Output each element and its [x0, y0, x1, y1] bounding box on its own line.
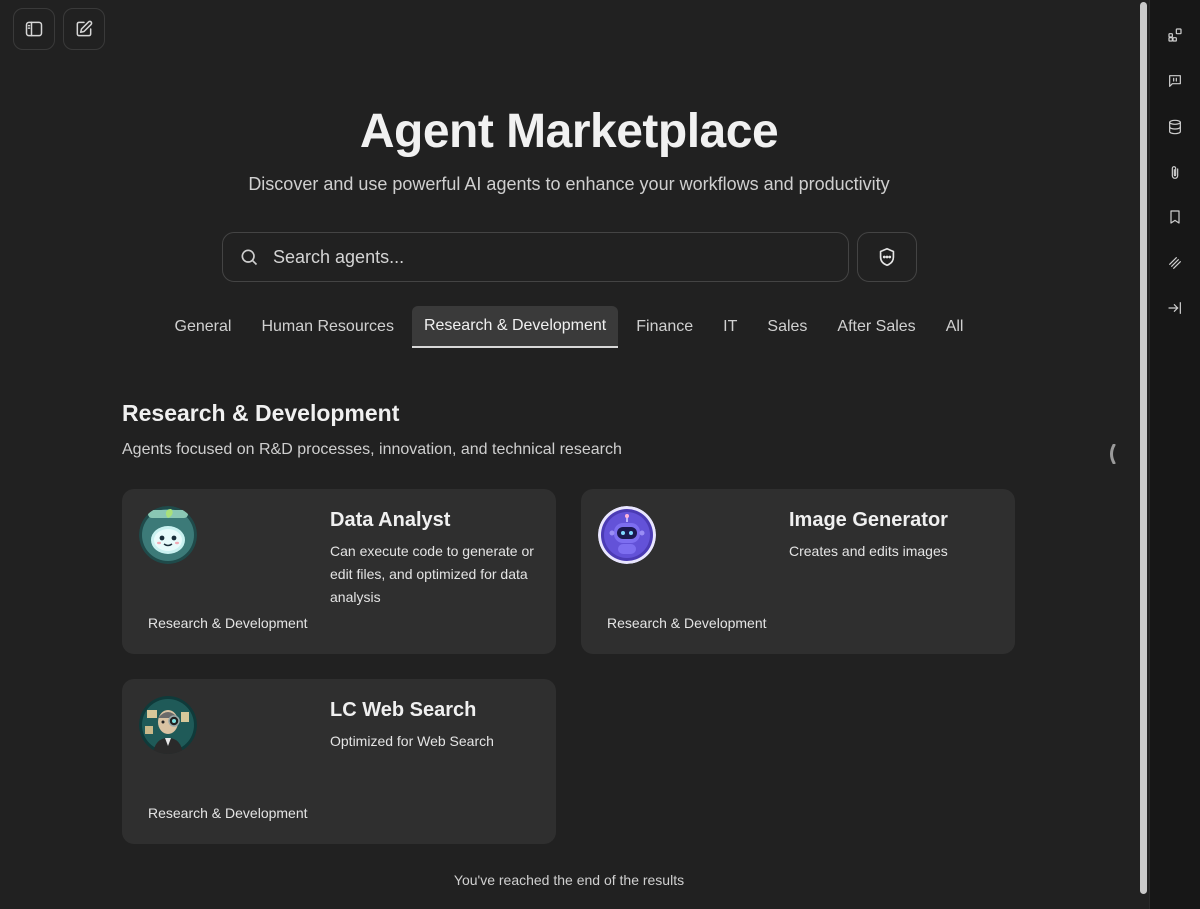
page-title: Agent Marketplace — [359, 105, 779, 158]
agent-name: Data Analyst — [330, 509, 451, 531]
tab-it[interactable]: IT — [711, 306, 749, 348]
admin-settings-button[interactable] — [857, 232, 917, 282]
agent-category: Research & Development — [148, 805, 308, 821]
new-chat-button[interactable] — [63, 8, 105, 50]
sidebar-icon — [25, 21, 43, 37]
tab-after-sales[interactable]: After Sales — [825, 306, 927, 348]
page-subtitle: Discover and use powerful AI agents to e… — [248, 174, 890, 194]
agent-description: Creates and edits images — [789, 543, 948, 559]
arrow-right-to-line-icon — [1168, 302, 1181, 314]
agent-category: Research & Development — [148, 615, 308, 631]
parameters-button[interactable] — [1163, 251, 1187, 275]
main-content: Agent Marketplace Discover and use power… — [0, 0, 1138, 909]
tab-research-development[interactable]: Research & Development — [411, 306, 619, 348]
agent-name: LC Web Search — [330, 699, 477, 721]
collapse-side-panel-button[interactable] — [1163, 296, 1187, 320]
prompts-button[interactable] — [1163, 69, 1187, 93]
edit-icon — [76, 20, 93, 37]
tab-general[interactable]: General — [163, 306, 244, 348]
agent-card[interactable]: Data Analyst Can execute code to generat… — [122, 489, 556, 654]
database-icon — [1169, 119, 1181, 135]
agent-description: Optimized for Web Search — [330, 733, 494, 749]
agent-card[interactable]: LC Web Search Optimized for Web Search R… — [122, 679, 556, 844]
cyborg-avatar — [139, 696, 197, 754]
robot-avatar — [598, 506, 656, 564]
right-side-panel — [1149, 0, 1200, 909]
sliders-icon — [1169, 257, 1181, 269]
tab-all[interactable]: All — [934, 306, 976, 348]
shield-icon — [879, 247, 895, 267]
search-icon — [241, 249, 258, 266]
search-input[interactable] — [273, 246, 813, 268]
collapse-panel-handle[interactable] — [1108, 444, 1116, 464]
tab-human-resources[interactable]: Human Resources — [249, 306, 406, 348]
paperclip-icon — [1171, 166, 1179, 179]
blocks-icon — [1168, 28, 1182, 42]
attachments-button[interactable] — [1163, 161, 1187, 185]
end-of-results-text: You've reached the end of the results — [453, 872, 685, 888]
search-bar — [222, 232, 849, 282]
agent-card[interactable]: Image Generator Creates and edits images… — [581, 489, 1015, 654]
leaf-mascot-avatar — [139, 506, 197, 564]
section-title: Research & Development — [122, 400, 400, 426]
agent-category: Research & Development — [607, 615, 767, 631]
message-square-icon — [1169, 75, 1181, 87]
agent-builder-button[interactable] — [1163, 23, 1187, 47]
agent-description: Can execute code to generate or edit fil… — [330, 543, 534, 605]
bookmark-icon — [1170, 210, 1180, 224]
section-description: Agents focused on R&D processes, innovat… — [122, 441, 622, 458]
memory-button[interactable] — [1163, 115, 1187, 139]
bookmarks-button[interactable] — [1163, 205, 1187, 229]
scrollbar-thumb[interactable] — [1140, 2, 1147, 894]
toggle-sidebar-button[interactable] — [13, 8, 55, 50]
tab-finance[interactable]: Finance — [624, 306, 705, 348]
category-tabs: General Human Resources Research & Devel… — [0, 306, 1138, 348]
agent-name: Image Generator — [789, 509, 948, 531]
tab-sales[interactable]: Sales — [755, 306, 819, 348]
